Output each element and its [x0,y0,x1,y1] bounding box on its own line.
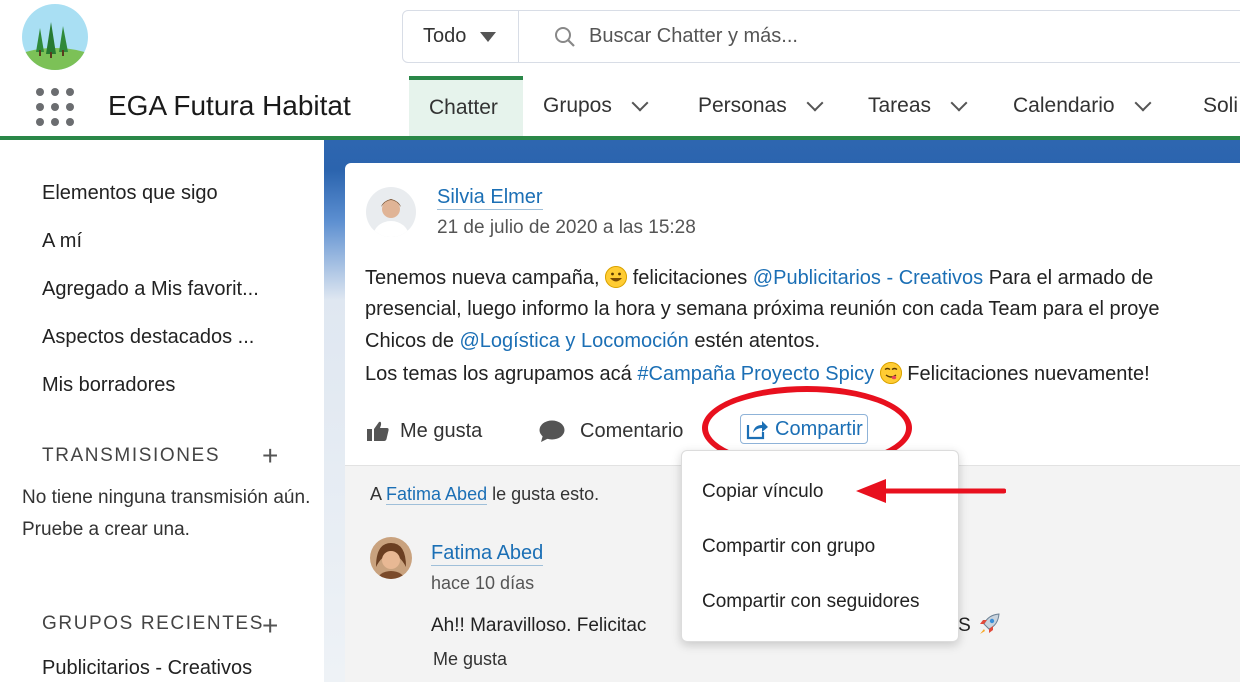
org-logo[interactable] [22,4,88,70]
comment-bubble-icon [539,420,565,442]
add-stream-icon[interactable]: + [262,442,278,470]
streams-empty-message: No tiene ninguna transmisión aún. Pruebe… [22,487,311,540]
tab-calendario[interactable]: Calendario [1013,76,1152,136]
liker-link[interactable]: Fatima Abed [386,484,488,505]
post-body-line: Chicos de @Logística y Locomoción estén … [365,330,820,353]
tab-label: Chatter [429,96,498,119]
chevron-down-icon[interactable] [1134,94,1152,112]
rocket-emoji-icon [980,613,1000,634]
recent-group-link[interactable]: Publicitarios - Creativos [42,657,252,680]
post-body-line: presencial, luego informo la hora y sema… [365,298,1160,321]
thumbs-up-icon [367,421,389,441]
recent-groups-section-title: GRUPOS RECIENTES [42,613,264,634]
comment-author-name[interactable]: Fatima Abed [431,542,544,566]
likes-suffix: le gusta esto. [492,484,600,504]
like-button[interactable]: Me gusta [366,416,482,446]
post-author-name[interactable]: Silvia Elmer [437,186,543,210]
tab-label: Grupos [543,94,612,117]
post-text: presencial, luego informo la hora y sema… [365,298,1160,320]
post-text: Para el armado de [988,267,1154,289]
post-text: Tenemos nueva campaña, [365,267,600,289]
post-text: Los temas los agrupamos acá [365,363,632,385]
comment-text-start: Ah!! Maravilloso. Felicitac [431,615,647,636]
post-body-line: Los temas los agrupamos acá #Campaña Pro… [365,362,1150,386]
search-scope-dropdown[interactable]: Todo [403,11,519,62]
comment-author-avatar[interactable] [370,537,412,579]
search-scope-label: Todo [423,25,467,47]
post-text: estén atentos. [694,330,821,352]
tab-label: Personas [698,94,787,117]
menu-item-share-group[interactable]: Compartir con grupo [702,536,875,558]
global-header: Todo EGA Futura Habitat Chatter Grupos P… [0,0,1240,140]
mention-link[interactable]: @Logística y Locomoción [460,330,689,352]
post-text: Felicitaciones nuevamente! [907,363,1150,385]
like-label: Me gusta [400,419,483,442]
chevron-down-icon[interactable] [631,94,649,112]
sidebar-item-bookmarked[interactable]: Agregado a Mis favorit... [42,278,259,301]
tab-grupos[interactable]: Grupos [543,76,649,136]
comment-button[interactable]: Comentario [538,416,683,446]
post-body-line: Tenemos nueva campaña, felicitaciones @P… [365,266,1153,290]
tab-personas[interactable]: Personas [698,76,824,136]
search-input[interactable] [589,25,1189,48]
post-author-avatar[interactable] [366,187,416,237]
tab-label: Soli [1203,94,1239,117]
add-group-icon[interactable]: + [262,612,278,640]
streams-section-title: TRANSMISIONES [42,445,221,466]
global-search: Todo [402,10,1240,63]
sidebar-item-drafts[interactable]: Mis borradores [42,374,175,397]
post-text: felicitaciones [632,267,748,289]
mention-link[interactable]: @Publicitarios - Creativos [753,267,983,289]
likes-prefix: A [370,484,382,504]
chevron-down-icon[interactable] [806,94,824,112]
tab-chatter[interactable]: Chatter [409,76,523,136]
comment-label: Comentario [580,419,684,442]
chatter-sidebar: Elementos que sigo A mí Agregado a Mis f… [0,140,324,682]
tab-solicitudes[interactable]: Soli [1203,76,1238,136]
comment-like-button[interactable]: Me gusta [433,649,507,670]
app-name: EGA Futura Habitat [108,90,351,121]
hashtag-link[interactable]: #Campaña Proyecto Spicy [637,363,874,385]
chevron-down-icon[interactable] [950,94,968,112]
menu-item-copy-link[interactable]: Copiar vínculo [702,481,823,503]
grin-emoji-icon [605,266,628,288]
annotation-arrow-icon [856,479,1006,503]
likes-summary: A Fatima Abed le gusta esto. [370,484,599,505]
sidebar-item-following[interactable]: Elementos que sigo [42,182,218,205]
search-icon [555,26,575,47]
post-text: Chicos de [365,330,454,352]
menu-item-share-followers[interactable]: Compartir con seguidores [702,591,920,613]
app-launcher-icon[interactable] [34,86,76,128]
yum-emoji-icon [879,362,902,384]
sidebar-item-highlights[interactable]: Aspectos destacados ... [42,326,254,349]
post-timestamp[interactable]: 21 de julio de 2020 a las 15:28 [437,217,696,239]
tab-tareas[interactable]: Tareas [868,76,968,136]
sidebar-item-to-me[interactable]: A mí [42,230,82,253]
comment-time[interactable]: hace 10 días [431,573,534,594]
tab-label: Calendario [1013,94,1115,117]
app-nav-bar: EGA Futura Habitat Chatter Grupos Person… [0,76,1240,140]
caret-down-icon [480,31,497,42]
tab-label: Tareas [868,94,932,117]
